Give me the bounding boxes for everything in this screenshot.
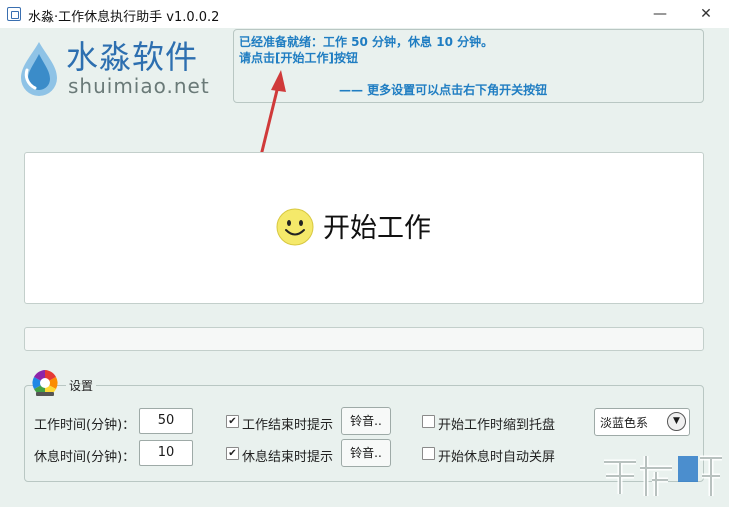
- chevron-down-icon[interactable]: ▼: [667, 412, 686, 431]
- rest-time-input[interactable]: 10: [139, 440, 193, 466]
- smiley-icon: [276, 208, 314, 246]
- start-work-label: 开始工作: [323, 213, 431, 244]
- water-drop-logo-icon: [21, 42, 57, 96]
- notice-ready-text: 已经准备就绪：工作 50 分钟，休息 10 分钟。: [239, 35, 494, 49]
- logo-url: shuimiao.net: [68, 74, 210, 98]
- minimize-to-tray-checkbox[interactable]: [422, 415, 435, 428]
- auto-screen-off-checkbox[interactable]: [422, 447, 435, 460]
- settings-group-label: 设置: [66, 377, 97, 394]
- notice-instruction-text: 请点击[开始工作]按钮: [239, 51, 358, 65]
- color-scheme-value: 淡蓝色系: [600, 416, 649, 430]
- app-icon: [7, 7, 21, 21]
- window-title: 水淼·工作休息执行助手 v1.0.0.2: [28, 10, 220, 25]
- work-time-label: 工作时间(分钟)：: [34, 418, 136, 433]
- work-time-input[interactable]: 50: [139, 408, 193, 434]
- rest-time-label: 休息时间(分钟)：: [34, 450, 136, 465]
- notice-more-settings-text: —— 更多设置可以点击右下角开关按钮: [339, 83, 548, 97]
- close-button[interactable]: ✕: [683, 0, 729, 28]
- progress-bar: [24, 327, 704, 351]
- work-ringtone-button[interactable]: 铃音..: [341, 407, 391, 435]
- logo-name: 水淼软件: [66, 38, 199, 76]
- watermark-logo-icon: [604, 455, 722, 496]
- auto-screen-off-label: 开始休息时自动关屏: [438, 450, 556, 465]
- rest-end-tip-checkbox[interactable]: ✔: [226, 447, 239, 460]
- rest-ringtone-button[interactable]: 铃音..: [341, 439, 391, 467]
- work-end-tip-checkbox[interactable]: ✔: [226, 415, 239, 428]
- minimize-button[interactable]: —: [637, 0, 683, 28]
- minimize-to-tray-label: 开始工作时缩到托盘: [438, 418, 556, 433]
- rest-end-tip-label: 休息结束时提示: [242, 450, 334, 465]
- color-wheel-icon: [32, 370, 58, 396]
- work-end-tip-label: 工作结束时提示: [242, 418, 334, 433]
